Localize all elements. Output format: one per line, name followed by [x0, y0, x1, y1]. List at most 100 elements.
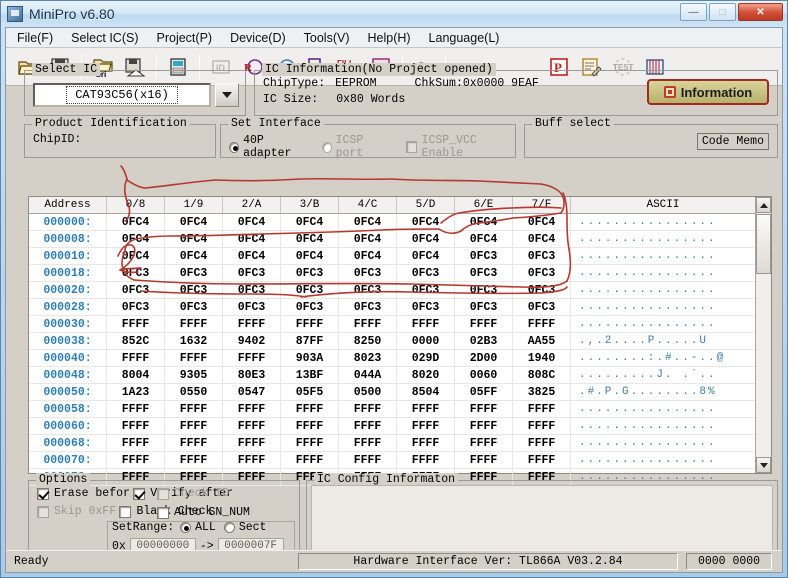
hex-cell[interactable]: FFFF: [165, 452, 223, 468]
hex-cell[interactable]: 1632: [165, 333, 223, 349]
scroll-up-button[interactable]: [756, 197, 771, 213]
hex-row[interactable]: 000068: FFFF FFFF FFFF FFFF FFFF FFFF FFFF FFFF.…: [29, 435, 771, 452]
hex-cell[interactable]: 8004: [107, 367, 165, 383]
hex-cell[interactable]: 0FC4: [107, 231, 165, 247]
setrange-all-radio[interactable]: ALL: [180, 521, 216, 534]
hex-row[interactable]: 000038: 852C 1632 9402 87FF 8250 0000 02B3 AA55.…: [29, 333, 771, 350]
hex-cell[interactable]: 0FC4: [165, 214, 223, 230]
hex-cell[interactable]: FFFF: [397, 418, 455, 434]
hex-cell[interactable]: FFFF: [513, 435, 571, 451]
menu-item-help[interactable]: Help(H): [358, 29, 419, 47]
hex-cell[interactable]: FFFF: [513, 418, 571, 434]
hex-cell[interactable]: 0FC4: [165, 248, 223, 264]
hex-cell[interactable]: 9402: [223, 333, 281, 349]
hex-cell[interactable]: FFFF: [397, 452, 455, 468]
hex-cell[interactable]: 0FC4: [397, 248, 455, 264]
select-ic-dropdown-button[interactable]: [215, 83, 239, 107]
hex-cell[interactable]: 0FC3: [513, 299, 571, 315]
hex-cell[interactable]: 0FC4: [107, 214, 165, 230]
hex-cell[interactable]: 0FC3: [107, 299, 165, 315]
hex-cell[interactable]: FFFF: [223, 418, 281, 434]
hex-cell[interactable]: FFFF: [281, 418, 339, 434]
hex-cell[interactable]: 0FC3: [281, 299, 339, 315]
hex-cell[interactable]: 0FC3: [165, 282, 223, 298]
hex-cell[interactable]: 0FC3: [397, 282, 455, 298]
hex-cell[interactable]: FFFF: [223, 452, 281, 468]
hex-cell[interactable]: 0FC3: [165, 299, 223, 315]
menu-item-language[interactable]: Language(L): [420, 29, 509, 47]
hex-cell[interactable]: 05FF: [455, 384, 513, 400]
hex-cell[interactable]: 0550: [165, 384, 223, 400]
hex-cell[interactable]: 0FC3: [513, 248, 571, 264]
hex-cell[interactable]: FFFF: [397, 435, 455, 451]
maximize-button[interactable]: □: [709, 3, 736, 21]
menu-item-select-ic[interactable]: Select IC(S): [62, 29, 147, 47]
hex-cell[interactable]: 0FC3: [513, 265, 571, 281]
hex-row[interactable]: 000018: 0FC3 0FC3 0FC3 0FC3 0FC3 0FC3 0FC3 0FC3.…: [29, 265, 771, 282]
hex-cell[interactable]: 0FC4: [339, 248, 397, 264]
menu-item-tools[interactable]: Tools(V): [295, 29, 359, 47]
option-erase-before-checkbox[interactable]: Erase befor: [37, 487, 130, 500]
hex-cell[interactable]: FFFF: [455, 452, 513, 468]
hex-col-0-8[interactable]: 0/8: [107, 197, 165, 213]
hex-col-6-e[interactable]: 6/E: [455, 197, 513, 213]
menu-item-device[interactable]: Device(D): [221, 29, 295, 47]
hex-row[interactable]: 000010: 0FC4 0FC4 0FC4 0FC4 0FC4 0FC4 0FC3 0FC3.…: [29, 248, 771, 265]
hex-cell[interactable]: 0FC4: [513, 231, 571, 247]
hex-cell[interactable]: FFFF: [397, 401, 455, 417]
hex-cell[interactable]: 0FC3: [107, 265, 165, 281]
hex-cell[interactable]: 05F5: [281, 384, 339, 400]
hex-cell[interactable]: 0FC3: [339, 282, 397, 298]
hex-cell[interactable]: 3825: [513, 384, 571, 400]
hex-cell[interactable]: 0FC4: [165, 231, 223, 247]
hex-cell[interactable]: 0FC3: [455, 282, 513, 298]
setrange-sect-radio[interactable]: Sect: [223, 521, 266, 534]
hex-cell[interactable]: FFFF: [339, 401, 397, 417]
hex-cell[interactable]: FFFF: [223, 435, 281, 451]
hex-cell[interactable]: FFFF: [513, 401, 571, 417]
hex-cell[interactable]: FFFF: [107, 418, 165, 434]
hex-cell[interactable]: 8504: [397, 384, 455, 400]
hex-cell[interactable]: FFFF: [107, 435, 165, 451]
hex-cell[interactable]: 0547: [223, 384, 281, 400]
hex-cell[interactable]: 0FC3: [455, 299, 513, 315]
buff-select-tab-code-memo[interactable]: Code Memo: [696, 133, 769, 150]
hex-cell[interactable]: 0FC3: [339, 265, 397, 281]
hex-cell[interactable]: FFFF: [165, 316, 223, 332]
hex-col-4-c[interactable]: 4/C: [339, 197, 397, 213]
hex-cell[interactable]: 02B3: [455, 333, 513, 349]
hex-cell[interactable]: 0FC3: [455, 248, 513, 264]
information-button[interactable]: Information: [647, 79, 769, 105]
hex-col-address[interactable]: Address: [29, 197, 107, 213]
hex-cell[interactable]: 029D: [397, 350, 455, 366]
hex-row[interactable]: 000048: 8004 9305 80E3 13BF 044A 8020 0060 808C.…: [29, 367, 771, 384]
hex-cell[interactable]: 0FC4: [281, 231, 339, 247]
hex-col-3-b[interactable]: 3/B: [281, 197, 339, 213]
hex-row[interactable]: 000070: FFFF FFFF FFFF FFFF FFFF FFFF FFFF FFFF.…: [29, 452, 771, 469]
hex-cell[interactable]: FFFF: [455, 401, 513, 417]
hex-cell[interactable]: 2D00: [455, 350, 513, 366]
hex-cell[interactable]: FFFF: [281, 316, 339, 332]
scroll-thumb[interactable]: [756, 214, 771, 274]
hex-cell[interactable]: FFFF: [165, 435, 223, 451]
scroll-down-button[interactable]: [756, 457, 771, 473]
hex-cell[interactable]: 8020: [397, 367, 455, 383]
hex-cell[interactable]: FFFF: [223, 316, 281, 332]
hex-cell[interactable]: 0FC3: [107, 282, 165, 298]
hex-cell[interactable]: FFFF: [165, 350, 223, 366]
hex-col-7-f[interactable]: 7/F: [513, 197, 571, 213]
hex-row[interactable]: 000000: 0FC4 0FC4 0FC4 0FC4 0FC4 0FC4 0FC4 0FC4.…: [29, 214, 771, 231]
hex-body[interactable]: 000000: 0FC4 0FC4 0FC4 0FC4 0FC4 0FC4 0FC4 0FC4.…: [29, 214, 771, 486]
hex-cell[interactable]: 0500: [339, 384, 397, 400]
hex-col-5-d[interactable]: 5/D: [397, 197, 455, 213]
hex-cell[interactable]: 13BF: [281, 367, 339, 383]
hex-cell[interactable]: 8250: [339, 333, 397, 349]
hex-cell[interactable]: FFFF: [165, 401, 223, 417]
hex-cell[interactable]: 0FC4: [281, 248, 339, 264]
hex-cell[interactable]: FFFF: [107, 401, 165, 417]
hex-cell[interactable]: 903A: [281, 350, 339, 366]
hex-row[interactable]: 000020: 0FC3 0FC3 0FC3 0FC3 0FC3 0FC3 0FC3 0FC3.…: [29, 282, 771, 299]
hex-cell[interactable]: 0FC3: [165, 265, 223, 281]
hex-cell[interactable]: 1940: [513, 350, 571, 366]
hex-cell[interactable]: 0060: [455, 367, 513, 383]
